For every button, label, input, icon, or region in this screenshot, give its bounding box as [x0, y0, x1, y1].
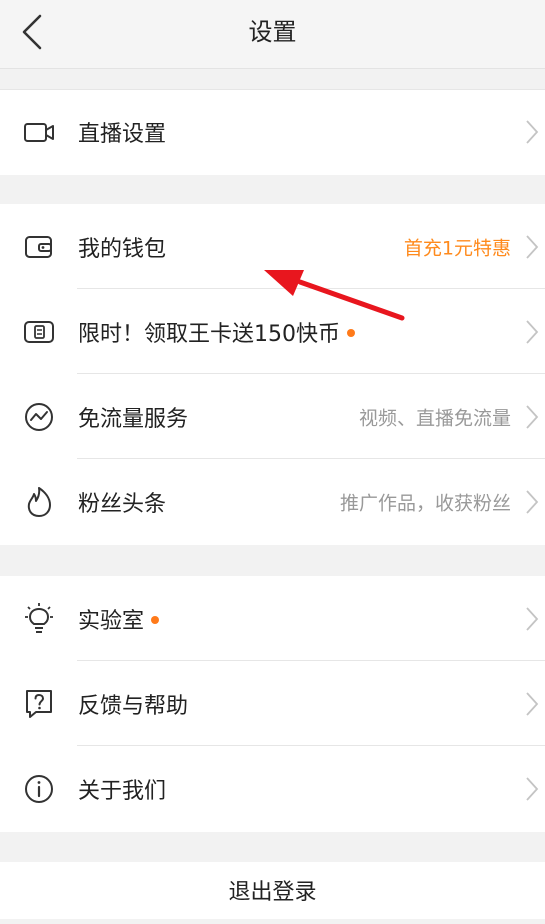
row-about-us[interactable]: 关于我们 — [0, 746, 545, 832]
new-dot-badge — [151, 615, 160, 624]
row-label: 免流量服务 — [78, 406, 189, 432]
info-circle-icon — [22, 772, 56, 806]
chevron-right-icon — [526, 234, 539, 259]
row-label: 限时！领取王卡送150快币 — [78, 316, 355, 348]
wallet-icon — [22, 230, 56, 264]
row-label: 实验室 — [78, 603, 160, 635]
chevron-right-icon — [526, 691, 539, 716]
row-label: 我的钱包 — [78, 236, 167, 262]
settings-group-live: 直播设置 — [0, 89, 545, 175]
chevron-right-icon — [526, 120, 539, 144]
lightbulb-icon — [22, 602, 56, 636]
chevron-right-icon — [526, 777, 539, 801]
row-label: 关于我们 — [78, 779, 167, 804]
chevron-right-icon — [526, 490, 539, 514]
row-subtext: 推广作品，收获粉丝 — [339, 492, 511, 515]
page-title: 设置 — [248, 18, 297, 46]
row-free-data-service[interactable]: 免流量服务 视频、直播免流量 — [0, 374, 545, 459]
settings-group-support: 实验室 反馈与帮助 关于我们 — [0, 576, 545, 832]
wave-circle-icon — [22, 400, 56, 434]
flame-icon — [22, 485, 56, 519]
logout-button[interactable]: 退出登录 — [0, 862, 545, 919]
chevron-right-icon — [526, 606, 539, 631]
new-dot-badge — [347, 328, 355, 337]
row-wallet[interactable]: 我的钱包 首充1元特惠 — [0, 204, 545, 289]
chevron-right-icon — [526, 404, 539, 429]
row-feedback-help[interactable]: 反馈与帮助 — [0, 661, 545, 746]
row-live-settings[interactable]: 直播设置 — [0, 90, 545, 174]
row-fans-headline[interactable]: 粉丝头条 推广作品，收获粉丝 — [0, 459, 545, 545]
row-label: 反馈与帮助 — [78, 693, 189, 719]
row-label-text: 限时！领取王卡送150快币 — [78, 321, 340, 347]
wallet-promo-text: 首充1元特惠 — [403, 237, 511, 259]
chevron-right-icon — [526, 319, 539, 344]
row-label: 直播设置 — [78, 122, 167, 147]
nav-bar: 设置 — [0, 0, 545, 69]
row-subtext: 视频、直播免流量 — [358, 407, 511, 429]
row-wangka-promo[interactable]: 限时！领取王卡送150快币 — [0, 289, 545, 374]
video-camera-icon — [22, 115, 56, 149]
settings-group-services: 我的钱包 首充1元特惠 限时！领取王卡送150快币 免流量服务 视频、直播免流量… — [0, 204, 545, 545]
row-lab[interactable]: 实验室 — [0, 576, 545, 661]
row-label-text: 实验室 — [78, 608, 145, 634]
row-label: 粉丝头条 — [78, 492, 167, 517]
question-bubble-icon — [22, 687, 56, 721]
sim-card-icon — [22, 315, 56, 349]
